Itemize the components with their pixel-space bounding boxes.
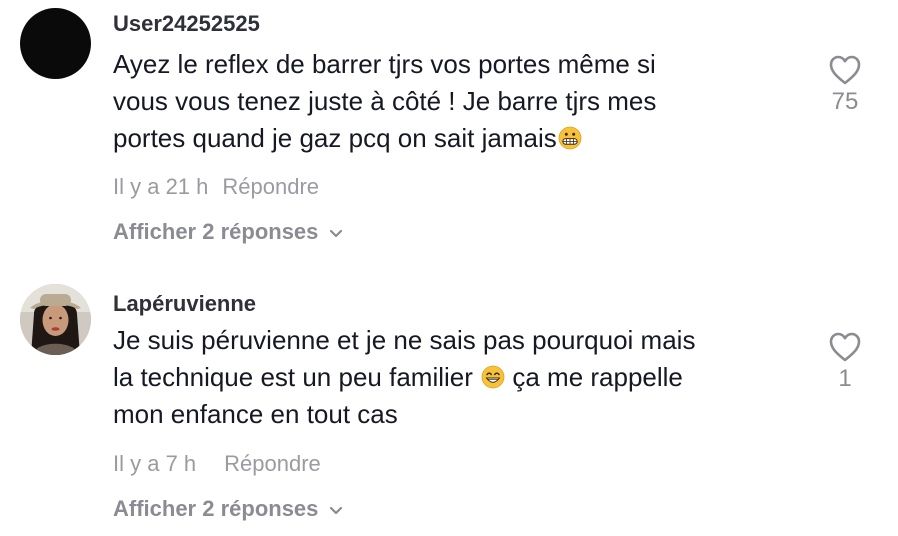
comment-timestamp: Il y a 7 h	[113, 451, 197, 476]
like-control[interactable]: 75	[818, 54, 872, 116]
comment-text-line: mon enfance en tout cas	[113, 399, 398, 429]
like-control[interactable]: 1	[818, 331, 872, 393]
comment-meta: Il y a 21 h Répondre	[113, 174, 319, 200]
comment-text: Je suis péruvienne et je ne sais pas pou…	[113, 322, 803, 433]
comment-item: Lapéruvienne Je suis péruvienne et je ne…	[0, 276, 898, 536]
comment-item: User24252525 Ayez le reflex de barrer tj…	[0, 0, 898, 260]
user-avatar[interactable]	[20, 284, 91, 355]
like-count: 1	[838, 365, 852, 392]
heart-icon[interactable]	[828, 331, 862, 363]
view-replies-button[interactable]: Afficher 2 réponses	[113, 496, 344, 522]
comment-text-line: Ayez le reflex de barrer tjrs vos portes…	[113, 49, 656, 79]
heart-icon[interactable]	[828, 54, 862, 86]
comment-text-line: ça me rappelle	[505, 362, 683, 392]
comment-text-line: portes quand je gaz pcq on sait jamais	[113, 123, 557, 153]
grimacing-face-emoji-icon	[558, 126, 582, 150]
view-replies-label: Afficher 2 réponses	[113, 219, 319, 244]
chevron-down-icon	[330, 506, 343, 515]
reply-button[interactable]: Répondre	[224, 451, 321, 476]
view-replies-label: Afficher 2 réponses	[113, 496, 319, 521]
grinning-face-emoji-icon	[481, 365, 505, 389]
view-replies-button[interactable]: Afficher 2 réponses	[113, 219, 344, 245]
comment-username[interactable]: User24252525	[113, 11, 260, 37]
user-avatar[interactable]	[20, 8, 91, 79]
comment-timestamp: Il y a 21 h	[113, 174, 209, 199]
chevron-down-icon	[330, 229, 343, 238]
like-count: 75	[831, 88, 859, 115]
comment-text: Ayez le reflex de barrer tjrs vos portes…	[113, 46, 803, 157]
comment-text-line: la technique est un peu familier	[113, 362, 473, 392]
reply-button[interactable]: Répondre	[222, 174, 319, 199]
comment-meta: Il y a 7 h Répondre	[113, 451, 321, 477]
comment-text-line: vous vous tenez juste à côté ! Je barre …	[113, 86, 657, 116]
comment-text-line: Je suis péruvienne et je ne sais pas pou…	[113, 325, 696, 355]
avatar-photo	[20, 284, 91, 355]
comment-username[interactable]: Lapéruvienne	[113, 291, 256, 317]
